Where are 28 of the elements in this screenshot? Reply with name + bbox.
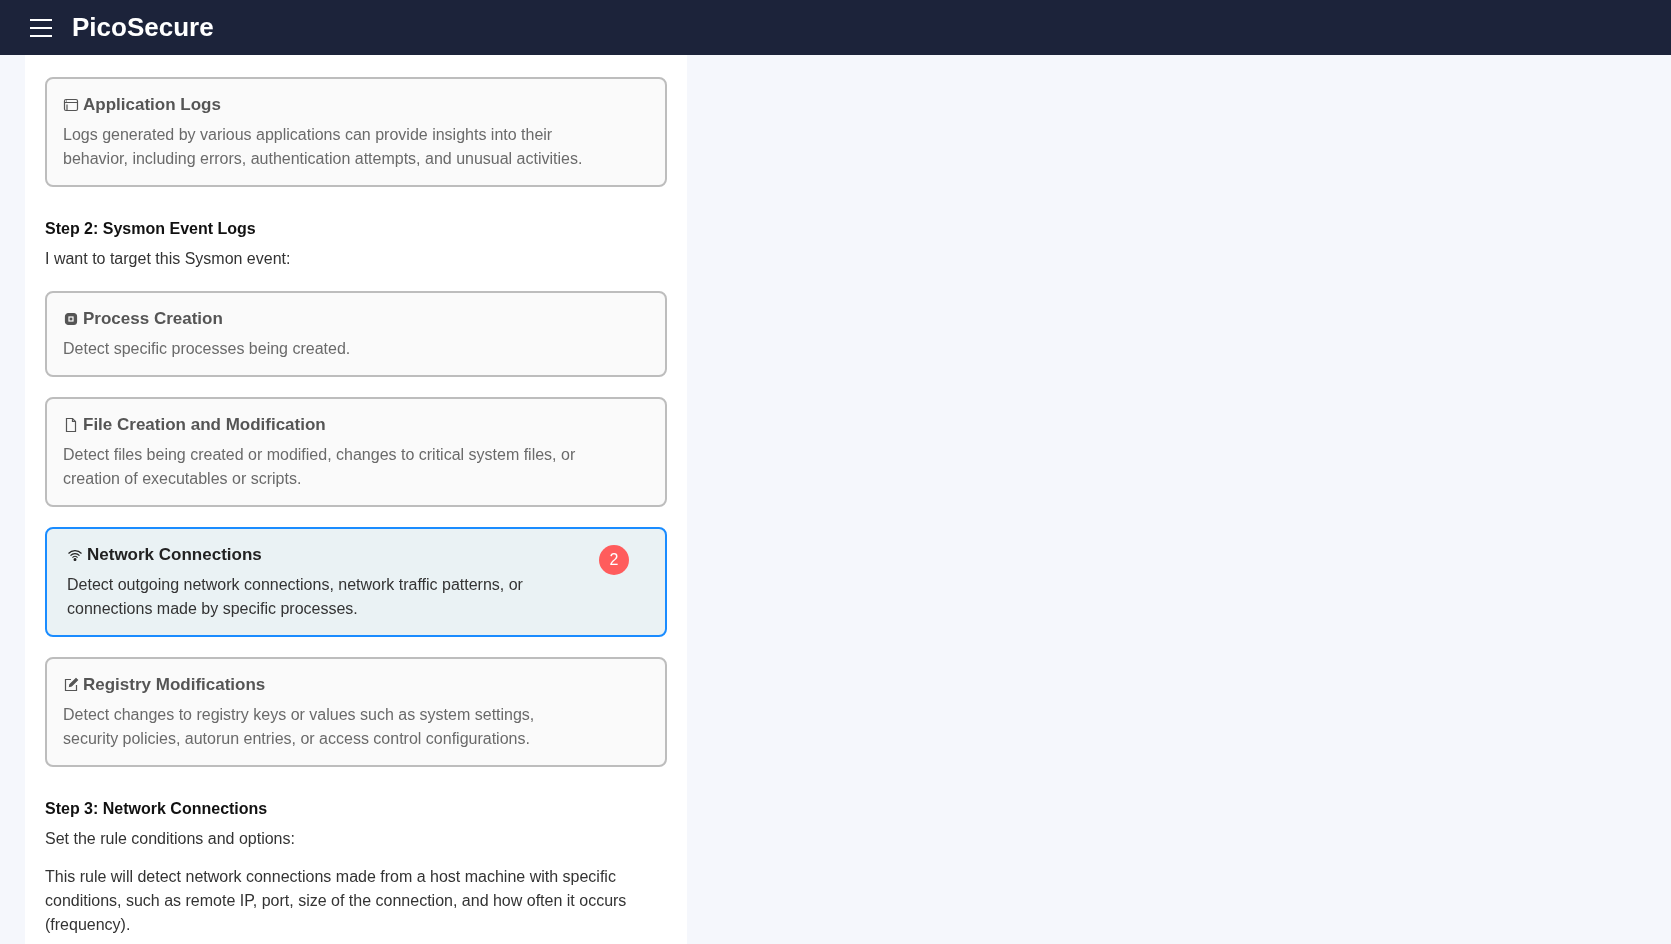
- card-title: Process Creation: [83, 308, 223, 330]
- event-card[interactable]: Registry Modifications Detect changes to registry keys or values such as system settings, security policies, autorun entries, or access control configurations.: [45, 657, 667, 767]
- card-title: File Creation and Modification: [83, 414, 326, 436]
- chip-icon: [63, 311, 79, 327]
- count-badge: 2: [599, 545, 629, 575]
- event-card[interactable]: Process Creation Detect specific processes being created.: [45, 291, 667, 377]
- card-description: Logs generated by various applications can provide insights into their behavior, including errors, authentication attempts, and unusual activities.: [63, 125, 584, 169]
- card-description: Detect changes to registry keys or values such as system settings, security policies, autorun entries, or access control configurations.: [63, 705, 536, 749]
- rule-description: This rule will detect network connections made from a host machine with specific conditions, such as remote IP, port, size of the connection, and how often it occurs (frequency).: [45, 867, 628, 935]
- step-prompt: I want to target this Sysmon event:: [45, 249, 292, 269]
- step-prompt: Set the rule conditions and options:: [45, 829, 296, 849]
- event-card[interactable]: Network Connections Detect outgoing network connections, network traffic patterns, or connections made by specific processes. 2: [45, 527, 667, 637]
- step-heading: Step 3: Network Connections: [45, 799, 269, 819]
- wifi-icon: [67, 547, 83, 563]
- card-title: Network Connections: [87, 544, 262, 566]
- card-description: Detect specific processes being created.: [63, 339, 352, 359]
- event-card[interactable]: Application Logs Logs generated by various applications can provide insights into their behavior, including errors, authentication attempts, and unusual activities.: [45, 77, 667, 187]
- event-card[interactable]: File Creation and Modification Detect files being created or modified, changes to critical system files, or creation of executables or scripts.: [45, 397, 667, 507]
- window-icon: [63, 97, 79, 113]
- file-icon: [63, 417, 79, 433]
- card-description: Detect outgoing network connections, network traffic patterns, or connections made by specific processes.: [67, 575, 524, 619]
- step-heading: Step 2: Sysmon Event Logs: [45, 219, 257, 239]
- card-title: Registry Modifications: [83, 674, 266, 696]
- menu-icon[interactable]: [30, 18, 52, 37]
- edit-icon: [63, 677, 79, 693]
- app-title: PicoSecure: [72, 11, 214, 44]
- card-title: Application Logs: [83, 94, 221, 116]
- card-description: Detect files being created or modified, changes to critical system files, or creation of executables or scripts.: [63, 445, 577, 489]
